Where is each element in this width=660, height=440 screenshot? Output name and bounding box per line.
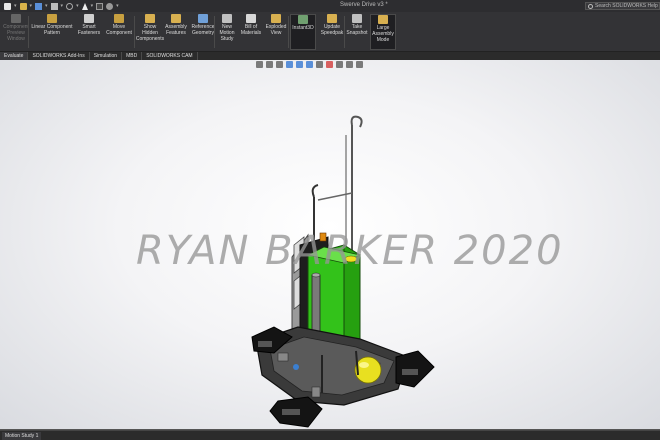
select-cursor-icon[interactable] — [81, 2, 88, 10]
bottom-tab-bar: Motion Study 1 — [0, 430, 660, 440]
ribbon-separator — [214, 16, 215, 48]
ribbon-button-label: Take Snapshot — [346, 24, 368, 36]
display-style-icon[interactable] — [306, 61, 313, 68]
edit-appearance-icon[interactable] — [326, 61, 333, 68]
zoom-area-icon[interactable] — [266, 61, 273, 68]
previous-view-icon[interactable] — [276, 61, 283, 68]
ribbon-button-label: Exploded View — [265, 24, 287, 36]
motion-study-tab[interactable]: Motion Study 1 — [2, 432, 42, 440]
ribbon-button-label: New Motion Study — [219, 24, 235, 42]
command-manager-ribbon: Component Preview Window Linear Component… — [0, 12, 660, 52]
show-hidden-icon — [145, 14, 155, 23]
move-component-icon — [114, 14, 124, 23]
print-icon[interactable] — [50, 2, 58, 10]
preview-window-button[interactable]: Component Preview Window — [2, 14, 30, 42]
large-assembly-icon — [378, 15, 388, 24]
ribbon-separator — [288, 16, 289, 48]
snapshot-button[interactable]: Take Snapshot — [346, 14, 368, 36]
ribbon-button-label: Move Component — [106, 24, 132, 36]
zoom-fit-icon[interactable] — [256, 61, 263, 68]
reference-geometry-button[interactable]: Reference Geometry — [190, 14, 216, 36]
ribbon-button-label: Component Preview Window — [3, 24, 29, 42]
smart-fasteners-icon — [84, 14, 94, 23]
reference-geometry-icon — [198, 14, 208, 23]
ribbon-button-label: Linear Component Pattern — [31, 24, 73, 36]
options-gear-icon[interactable] — [106, 2, 114, 10]
tab-mbd[interactable]: MBD — [122, 52, 143, 60]
speedpak-button[interactable]: Update Speedpak — [320, 14, 344, 36]
snapshot-icon — [352, 14, 362, 23]
ribbon-separator — [344, 16, 345, 48]
watermark-text: RYAN BARKER 2020 — [136, 228, 564, 274]
ribbon-button-label: Instant3D — [292, 25, 314, 31]
display-icon[interactable] — [356, 61, 363, 68]
linear-pattern-icon — [47, 14, 57, 23]
search-placeholder: Search SOLIDWORKS Help — [595, 3, 658, 9]
tab-evaluate[interactable]: Evaluate — [0, 52, 29, 60]
ribbon-button-label: Reference Geometry — [191, 24, 215, 36]
save-icon[interactable] — [35, 2, 43, 10]
instant3d-button[interactable]: Instant3D — [290, 14, 316, 50]
open-folder-icon[interactable] — [19, 2, 27, 10]
section-view-icon[interactable] — [286, 61, 293, 68]
tab-solidworks-cam[interactable]: SOLIDWORKS CAM — [142, 52, 198, 60]
view-settings-icon[interactable] — [346, 61, 353, 68]
quick-access-toolbar: ▾ ▾ ▾ ▾ ▾ ▾ ▾ — [0, 2, 119, 10]
exploded-view-icon — [271, 14, 281, 23]
motion-study-icon — [222, 14, 232, 23]
rebuild-icon[interactable] — [96, 2, 104, 10]
motion-study-button[interactable]: New Motion Study — [216, 14, 238, 42]
ribbon-button-label: Update Speedpak — [320, 24, 344, 36]
command-manager-tabs: Evaluate SOLIDWORKS Add-Ins Simulation MBD S… — [0, 52, 660, 60]
bill-of-materials-icon — [246, 14, 256, 23]
scene-icon[interactable] — [336, 61, 343, 68]
ribbon-button-label: Large Assembly Mode — [372, 25, 394, 43]
help-search-input[interactable]: Search SOLIDWORKS Help — [585, 2, 660, 10]
assembly-features-button[interactable]: Assembly Features — [164, 14, 188, 36]
tab-solidworks-add-ins[interactable]: SOLIDWORKS Add-Ins — [28, 52, 90, 60]
speedpak-icon — [327, 14, 337, 23]
exploded-view-button[interactable]: Exploded View — [264, 14, 288, 36]
undo-icon[interactable] — [66, 2, 74, 10]
show-hidden-button[interactable]: Show Hidden Components — [136, 14, 164, 42]
graphics-viewport[interactable]: RYAN BARKER 2020 — [0, 60, 660, 430]
smart-fasteners-button[interactable]: Smart Fasteners — [76, 14, 102, 36]
ribbon-separator — [28, 16, 29, 48]
new-document-icon[interactable] — [4, 2, 11, 10]
ribbon-button-label: Smart Fasteners — [77, 24, 101, 36]
bill-of-materials-button[interactable]: Bill of Materials — [240, 14, 262, 36]
large-assembly-button[interactable]: Large Assembly Mode — [370, 14, 396, 50]
heads-up-view-toolbar — [256, 60, 363, 69]
instant3d-icon — [298, 15, 308, 24]
ribbon-button-label: Assembly Features — [165, 24, 187, 36]
view-orientation-icon[interactable] — [296, 61, 303, 68]
move-component-button[interactable]: Move Component — [104, 14, 134, 36]
tab-simulation[interactable]: Simulation — [90, 52, 123, 60]
title-bar: ▾ ▾ ▾ ▾ ▾ ▾ ▾ Swerve Drive v3 * Search S… — [0, 0, 660, 12]
ribbon-separator — [134, 16, 135, 48]
assembly-features-icon — [171, 14, 181, 23]
ribbon-button-label: Bill of Materials — [240, 24, 262, 36]
search-icon — [588, 4, 593, 9]
preview-window-icon — [11, 14, 21, 23]
ribbon-button-label: Show Hidden Components — [135, 24, 165, 42]
hide-show-icon[interactable] — [316, 61, 323, 68]
window-title: Swerve Drive v3 * — [340, 2, 388, 8]
linear-pattern-button[interactable]: Linear Component Pattern — [30, 14, 74, 36]
